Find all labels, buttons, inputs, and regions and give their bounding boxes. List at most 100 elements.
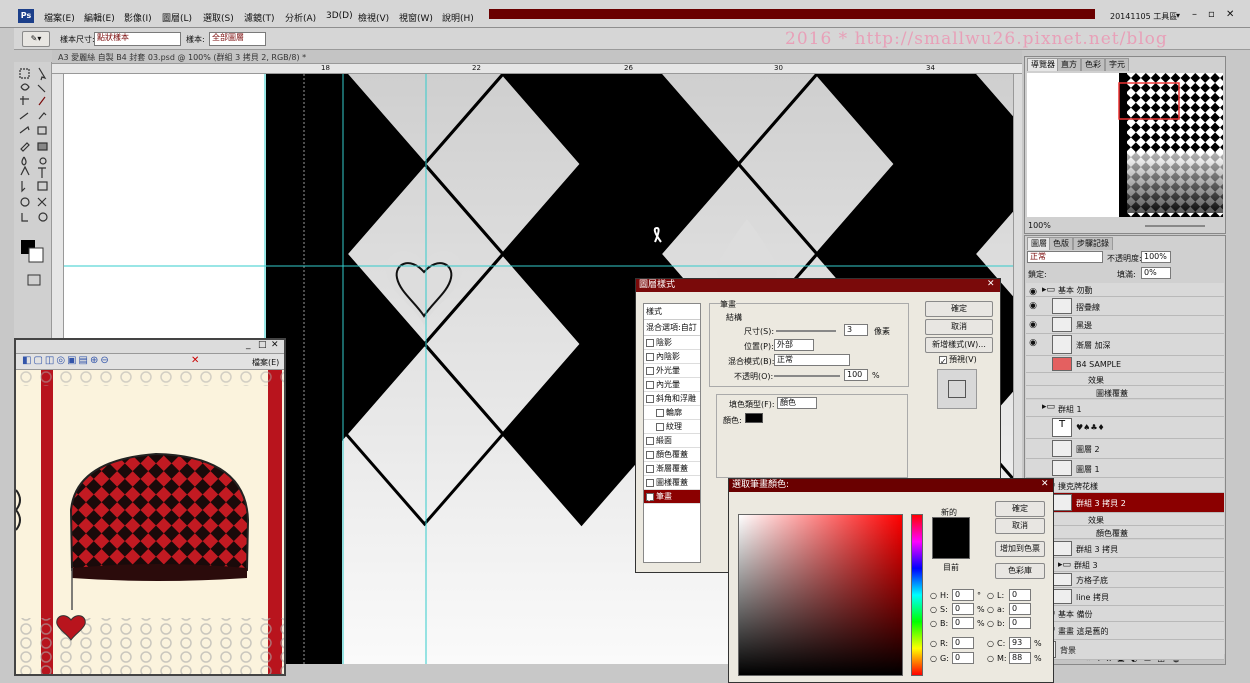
channel-radio[interactable]: ○ <box>930 639 937 648</box>
menu-view[interactable]: 檢視(V) <box>358 11 389 24</box>
menu-help[interactable]: 說明(H) <box>442 11 474 24</box>
effect-checkbox[interactable] <box>646 352 654 361</box>
stroke-color-swatch[interactable] <box>745 413 763 423</box>
effect-item[interactable]: 緞面 <box>644 434 700 448</box>
layer-row[interactable]: 群組 3 拷貝 <box>1026 540 1224 558</box>
layer-row[interactable]: 顏色覆蓋 <box>1026 526 1224 539</box>
sample-size-select[interactable]: 點狀樣本 <box>94 32 181 46</box>
channel-field[interactable]: 0 <box>952 637 974 649</box>
menu-window[interactable]: 視窗(W) <box>399 11 433 24</box>
layer-row[interactable]: 效果 <box>1026 513 1224 526</box>
effect-item[interactable]: 陰影 <box>644 336 700 350</box>
preview-checkbox[interactable]: ✓ 預視(V) <box>939 354 977 366</box>
effect-item[interactable]: 顏色覆蓋 <box>644 448 700 462</box>
layer-row[interactable]: ◉ ▸▭ 基本 勿動 <box>1026 283 1224 297</box>
effect-checkbox[interactable] <box>646 436 654 445</box>
tab-histogram[interactable]: 直方 <box>1057 58 1081 71</box>
channel-field[interactable]: 0 <box>952 617 974 629</box>
layer-row[interactable]: ▸▭ 群組 3 <box>1026 558 1224 572</box>
picker-cancel-button[interactable]: 取消 <box>995 518 1045 534</box>
folder-icon[interactable]: ▸▭ <box>1058 560 1071 570</box>
layer-row[interactable]: 效果 <box>1026 373 1224 386</box>
picker-ok-button[interactable]: 確定 <box>995 501 1045 517</box>
stroke-blend-select[interactable]: 正常 <box>774 354 850 366</box>
fill-type-select[interactable]: 顏色 <box>777 397 817 409</box>
visibility-eye-icon[interactable]: ◉ <box>1027 337 1039 349</box>
menu-file[interactable]: 檔案(E) <box>44 11 75 24</box>
preview-file-menu[interactable]: 檔案(E) <box>252 357 279 368</box>
effect-item[interactable]: 輪廓 <box>644 406 700 420</box>
add-to-swatches-button[interactable]: 增加到色票 <box>995 541 1045 557</box>
channel-radio[interactable]: ○ <box>930 654 937 663</box>
channel-radio[interactable]: ○ <box>930 619 937 628</box>
channel-radio[interactable]: ○ <box>987 654 994 663</box>
tab-navigator[interactable]: 導覽器 <box>1027 58 1059 71</box>
blending-options[interactable]: 混合選項:自訂 <box>644 320 700 336</box>
visibility-eye-icon[interactable] <box>1027 420 1039 432</box>
effect-checkbox[interactable] <box>646 380 654 389</box>
layer-row[interactable]: ▸▭基本 備份 <box>1026 606 1224 622</box>
menu-filter[interactable]: 濾鏡(T) <box>244 11 275 24</box>
channel-radio[interactable]: ○ <box>930 605 937 614</box>
tab-color[interactable]: 色彩 <box>1081 58 1105 71</box>
effect-checkbox[interactable] <box>646 450 654 459</box>
color-field[interactable] <box>738 514 903 676</box>
layer-row[interactable]: 圖層 1 <box>1026 459 1224 478</box>
effect-item[interactable]: 斜角和浮雕 <box>644 392 700 406</box>
effect-item[interactable]: 漸層覆蓋 <box>644 462 700 476</box>
maximize-icon[interactable]: □ <box>258 340 267 350</box>
maximize-icon[interactable]: ▫ <box>1208 9 1215 20</box>
zoom-slider[interactable] <box>1145 225 1205 227</box>
menu-image[interactable]: 影像(I) <box>124 11 152 24</box>
chevron-down-icon[interactable]: ▾ <box>1176 11 1180 20</box>
styles-header[interactable]: 樣式 <box>644 304 700 320</box>
channel-field[interactable]: 93 <box>1009 637 1031 649</box>
effect-item[interactable]: 紋理 <box>644 420 700 434</box>
stroke-opacity-field[interactable]: 100 <box>844 369 868 381</box>
tab-character[interactable]: 字元 <box>1105 58 1129 71</box>
opacity-field[interactable]: 100% <box>1141 251 1171 263</box>
fill-field[interactable]: 0% <box>1141 267 1171 279</box>
channel-field[interactable]: 0 <box>1009 617 1031 629</box>
minimize-icon[interactable]: – <box>1192 9 1197 20</box>
color-libraries-button[interactable]: 色彩庫 <box>995 563 1045 579</box>
layer-row[interactable]: line 拷貝 <box>1026 588 1224 606</box>
effect-item[interactable]: 內光暈 <box>644 378 700 392</box>
effect-checkbox[interactable] <box>646 338 654 347</box>
hue-slider[interactable] <box>911 514 923 676</box>
close-icon[interactable]: ✕ <box>1041 479 1049 489</box>
effect-item[interactable]: 內陰影 <box>644 350 700 364</box>
channel-field[interactable]: 0 <box>1009 603 1031 615</box>
layer-row[interactable]: ▸▭撲克牌花樣 <box>1026 478 1224 493</box>
effect-item[interactable]: 圖樣覆蓋 <box>644 476 700 490</box>
visibility-eye-icon[interactable]: ◉ <box>1027 319 1039 331</box>
layer-row[interactable]: ◉ 黑邊 <box>1026 316 1224 334</box>
effect-item[interactable]: 外光暈 <box>644 364 700 378</box>
layer-row[interactable]: T ♥♠♣♦ <box>1026 417 1224 439</box>
menu-layer[interactable]: 圖層(L) <box>162 11 192 24</box>
close-icon[interactable]: ✕ <box>987 279 995 289</box>
layer-row[interactable]: 群組 3 拷貝 2 <box>1026 493 1224 513</box>
visibility-eye-icon[interactable] <box>1027 442 1039 454</box>
folder-icon[interactable]: ▸▭ <box>1042 285 1055 295</box>
channel-field[interactable]: 0 <box>952 589 974 601</box>
sample-select[interactable]: 全部圖層 <box>209 32 266 46</box>
close-icon[interactable]: ✕ <box>1226 9 1234 20</box>
channel-radio[interactable]: ○ <box>987 605 994 614</box>
layer-row[interactable]: ◉背景 <box>1026 640 1224 660</box>
channel-radio[interactable]: ○ <box>987 619 994 628</box>
layer-row[interactable]: 方格子底 <box>1026 572 1224 588</box>
navigator-zoom[interactable]: 100% <box>1028 221 1051 230</box>
visibility-eye-icon[interactable] <box>1027 359 1039 371</box>
menu-edit[interactable]: 編輯(E) <box>84 11 115 24</box>
layer-row[interactable]: ▸▭ 群組 1 <box>1026 400 1224 417</box>
size-field[interactable]: 3 <box>844 324 868 336</box>
workspace-switcher[interactable]: 20141105 工具區 <box>1110 11 1177 22</box>
ok-button[interactable]: 確定 <box>925 301 993 317</box>
eyedropper-preset-icon[interactable]: ✎▾ <box>22 31 50 47</box>
tab-history[interactable]: 步驟記錄 <box>1073 237 1113 250</box>
layer-row[interactable]: ◉ 摺疊線 <box>1026 297 1224 316</box>
effect-checkbox[interactable] <box>656 422 664 431</box>
channel-radio[interactable]: ○ <box>987 639 994 648</box>
blend-mode-select[interactable]: 正常 <box>1027 251 1103 263</box>
